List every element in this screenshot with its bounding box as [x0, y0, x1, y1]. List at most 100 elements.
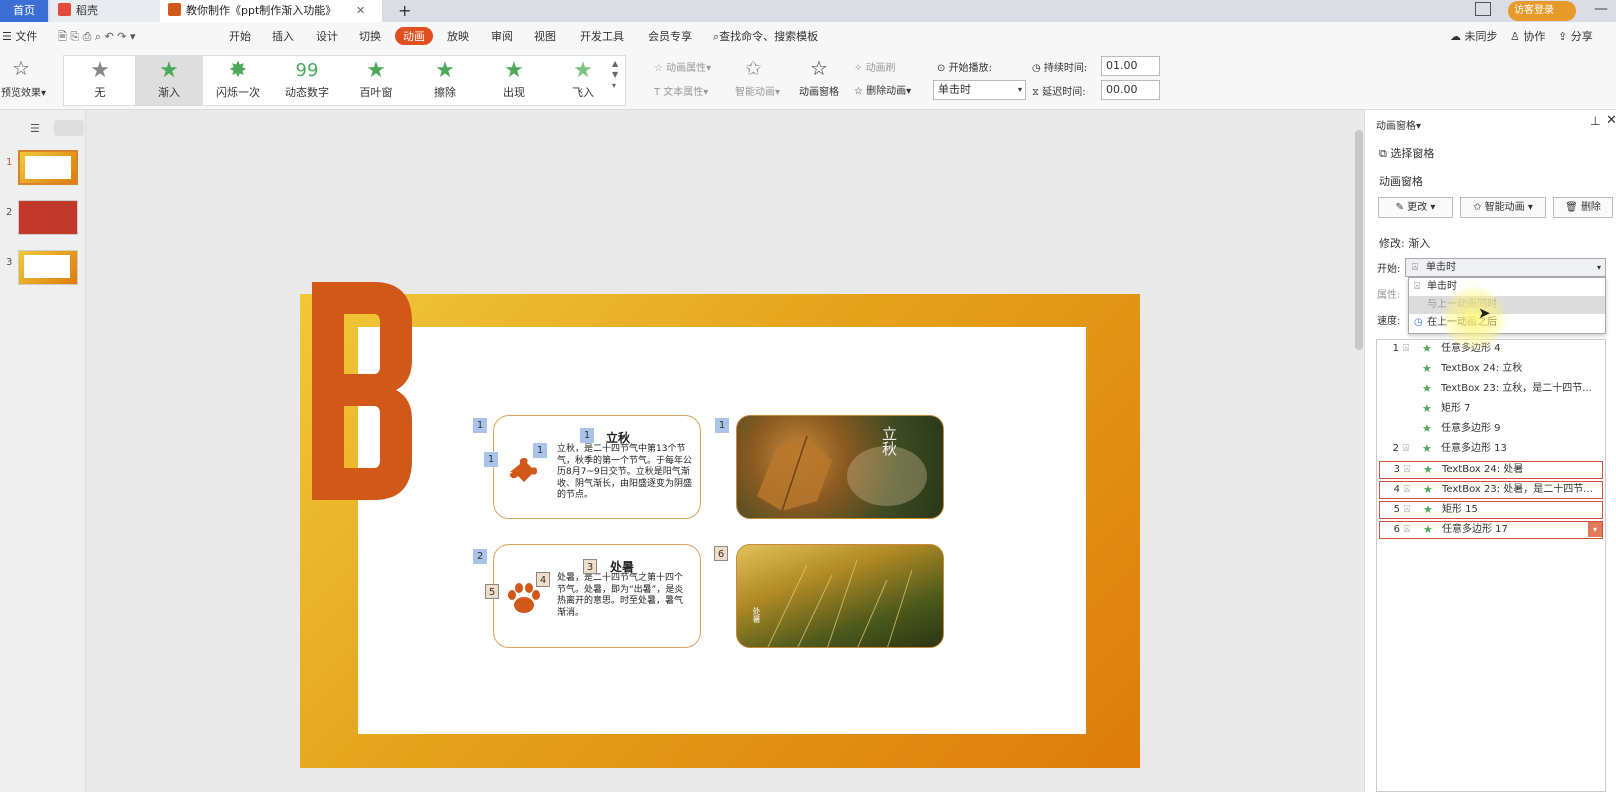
pin-icon[interactable]: ⊥: [1590, 114, 1600, 128]
slide-thumbnail-1[interactable]: [18, 150, 78, 185]
anim-appear[interactable]: ★ 出现: [480, 56, 548, 105]
menu-transition[interactable]: 切换: [359, 28, 381, 44]
anim-wipe[interactable]: ★ 擦除: [411, 56, 479, 105]
scrollbar-thumb[interactable]: [1355, 130, 1363, 350]
menu-view[interactable]: 视图: [534, 28, 556, 44]
login-button[interactable]: 访客登录: [1508, 1, 1576, 21]
quick-access-icons[interactable]: 🗎 ⎘ ⎙ ⌕ ↶ ↷ ▾: [58, 28, 136, 47]
window-layout-icon[interactable]: [1475, 2, 1491, 16]
collab-button[interactable]: ♙ 协作: [1510, 28, 1545, 44]
menu-insert[interactable]: 插入: [272, 28, 294, 44]
sync-button[interactable]: ☁ 未同步: [1450, 28, 1498, 44]
smart-anim-pane-label: 智能动画: [1484, 202, 1525, 213]
menu-developer[interactable]: 开发工具: [580, 28, 624, 44]
anim-none[interactable]: ★ 无: [66, 56, 134, 105]
delay-input[interactable]: 00.00: [1101, 80, 1160, 100]
minimize-icon[interactable]: —: [1594, 1, 1608, 17]
pane-title[interactable]: 动画窗格▾: [1376, 117, 1421, 132]
anim-item-num: 3: [1393, 464, 1400, 475]
letter-b-shape[interactable]: [312, 282, 414, 500]
delete-pane-button[interactable]: 🗑 删除: [1553, 197, 1613, 218]
card2-text: 处暑，是二十四节气之第十四个节气。处暑，即为“出暑”，是炎热离开的意思。时至处暑…: [557, 573, 684, 618]
anim-list-item[interactable]: ★ TextBox 23: 立秋，是二十四节...: [1379, 381, 1603, 399]
menu-start[interactable]: 开始: [229, 28, 251, 44]
chevron-down-icon[interactable]: ▾: [1588, 522, 1602, 537]
sync-label: 未同步: [1464, 30, 1498, 43]
anim-list-item[interactable]: ★ 任意多边形 9: [1379, 421, 1603, 439]
anim-tag: 3: [583, 559, 597, 574]
anim-flash[interactable]: ✸ 闪烁一次: [204, 56, 272, 105]
preview-effect-label: 预览效果: [1, 88, 41, 99]
anim-tag: 1: [715, 418, 729, 433]
file-menu[interactable]: ☰ 文件: [2, 28, 37, 44]
slide-thumbnail-3[interactable]: [18, 250, 78, 285]
slide-thumbnail-2[interactable]: [18, 200, 78, 235]
anim-list-item[interactable]: 3 ⍓ ★ TextBox 24: 处暑: [1379, 461, 1603, 479]
gallery-scroll-arrows[interactable]: ▲ ▼ ▾: [612, 58, 618, 91]
card-chushu[interactable]: 处暑 处暑，是二十四节气之第十四个节气。处暑，即为“出暑”，是炎热离开的意思。时…: [493, 544, 701, 648]
anim-brush-button[interactable]: ✧ 动画刷: [854, 59, 896, 74]
option-on-click[interactable]: ⍓ 单击时: [1409, 278, 1605, 296]
anim-blinds[interactable]: ★ 百叶窗: [342, 56, 410, 105]
tab-home[interactable]: 首页: [0, 0, 48, 22]
preview-effect-button[interactable]: 预览效果▾: [1, 84, 46, 99]
menu-member[interactable]: 会员专享: [648, 28, 692, 44]
anim-props-button[interactable]: ☆ 动画属性▾: [654, 59, 711, 74]
start-play-label: ⊙ 开始播放:: [937, 63, 992, 74]
mouse-icon: ⍓: [1404, 524, 1410, 535]
animation-list: 1⍓★任意多边形 4 ★TextBox 24: 立秋 ★TextBox 23: …: [1376, 339, 1606, 792]
card1-text: 立秋，是二十四节气中第13个节气，秋季的第一个节气。于每年公历8月7~9日交节。…: [557, 444, 693, 500]
outline-view-icon[interactable]: ☰: [30, 122, 40, 135]
anim-list-item[interactable]: 5 ⍓ ★ 矩形 15: [1379, 501, 1603, 519]
delete-anim-button[interactable]: ☆ 删除动画▾: [854, 82, 911, 97]
anim-list-item[interactable]: 6 ⍓ ★ 任意多边形 17 ▾: [1379, 521, 1603, 539]
start-label: 开始:: [1377, 264, 1401, 275]
digits-icon: 99: [295, 60, 319, 81]
start-select[interactable]: 单击时 ▾: [933, 80, 1026, 100]
start-dropdown[interactable]: ⍓ 单击时 ▾: [1405, 258, 1606, 277]
tab-docer[interactable]: 稻壳: [50, 0, 160, 22]
anim-list-item[interactable]: 4 ⍓ ★ TextBox 23: 处暑，是二十四节...: [1379, 481, 1603, 499]
anim-fly-in[interactable]: ★ 飞入: [549, 56, 617, 105]
smart-anim-pane-button[interactable]: ✩ 智能动画 ▾: [1460, 197, 1546, 218]
docer-icon: [58, 3, 71, 16]
anim-list-item[interactable]: ★ 矩形 7: [1379, 401, 1603, 419]
anim-list-item[interactable]: ★ TextBox 24: 立秋: [1379, 361, 1603, 379]
search-command[interactable]: ⌕查找命令、搜索模板: [713, 28, 818, 44]
menu-slideshow[interactable]: 放映: [447, 28, 469, 44]
duration-input[interactable]: 01.00: [1101, 56, 1160, 76]
slide-main[interactable]: 立秋 立秋，是二十四节气中第13个节气，秋季的第一个节气。于每年公历8月7~9日…: [300, 282, 1140, 768]
slide-view-toggle[interactable]: [54, 120, 84, 136]
photo-grain[interactable]: 处暑: [736, 544, 944, 648]
text-props-button[interactable]: T 文本属性▾: [654, 83, 708, 98]
change-button[interactable]: ✎ 更改 ▾: [1378, 197, 1453, 218]
anim-item-label: 任意多边形 9: [1441, 423, 1501, 434]
anim-pane-button[interactable]: 动画窗格: [799, 83, 839, 98]
smart-anim-button[interactable]: 智能动画▾: [735, 83, 780, 98]
photo2-caption: 处暑: [752, 607, 761, 623]
pane-subtitle: 动画窗格: [1379, 175, 1423, 188]
anim-fade-in[interactable]: ★ 渐入: [135, 56, 203, 105]
share-button[interactable]: ⇪ 分享: [1558, 28, 1593, 44]
select-pane-label: 选择窗格: [1390, 147, 1435, 160]
anim-tag: 5: [485, 584, 499, 599]
close-icon[interactable]: ✕: [1606, 113, 1616, 128]
menu-design[interactable]: 设计: [316, 28, 338, 44]
menu-review[interactable]: 审阅: [491, 28, 513, 44]
menu-animation[interactable]: 动画: [395, 27, 433, 45]
close-icon[interactable]: ✕: [356, 0, 365, 22]
card-liqiu[interactable]: 立秋 立秋，是二十四节气中第13个节气，秋季的第一个节气。于每年公历8月7~9日…: [493, 415, 701, 519]
anim-dynamic-number[interactable]: 99 动态数字: [273, 56, 341, 105]
anim-pane-label: 动画窗格: [799, 87, 839, 98]
start-dropdown-value: 单击时: [1426, 262, 1456, 273]
photo-leaf[interactable]: 立秋: [736, 415, 944, 519]
select-pane-button[interactable]: ⧉ 选择窗格: [1379, 145, 1434, 161]
anim-blinds-label: 百叶窗: [359, 86, 393, 99]
tab-document[interactable]: 教你制作《ppt制作渐入功能》 ✕: [160, 0, 382, 22]
mouse-icon: ⍓: [1403, 343, 1409, 354]
speed-label: 速度:: [1377, 316, 1401, 327]
new-tab-button[interactable]: +: [390, 0, 411, 22]
anim-list-item[interactable]: 2 ⍓ ★ 任意多边形 13: [1379, 441, 1603, 459]
canvas-scrollbar[interactable]: [1354, 110, 1364, 792]
star-icon: ★: [90, 58, 110, 83]
